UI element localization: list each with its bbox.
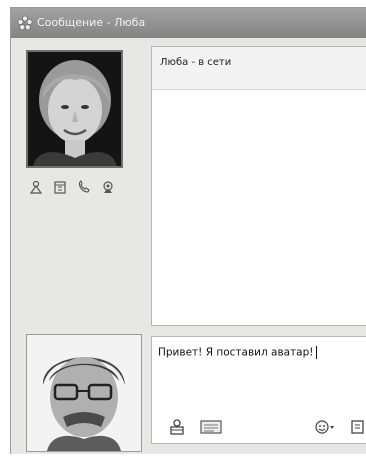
message-input[interactable]: Привет! Я поставил аватар! xyxy=(151,336,366,444)
conversation-area[interactable]: Люба - в сети xyxy=(151,46,366,326)
messenger-flower-icon xyxy=(17,15,33,31)
title-bar[interactable]: Сообщение - Люба xyxy=(11,8,366,38)
avatar-panel xyxy=(11,38,148,454)
calendar-icon[interactable] xyxy=(53,180,67,194)
message-window: Сообщение - Люба Люба - в сети Привет! Я… xyxy=(10,7,366,454)
contact-status-text: Люба - в сети xyxy=(160,57,232,68)
send-icon[interactable] xyxy=(168,419,186,435)
emoticon-icon[interactable] xyxy=(314,419,336,435)
send-file-icon[interactable] xyxy=(29,180,43,194)
window-title: Сообщение - Люба xyxy=(37,16,146,29)
contact-avatar xyxy=(26,50,123,168)
message-input-text[interactable]: Привет! Я поставил аватар! xyxy=(158,346,317,359)
compose-toolbar xyxy=(152,409,366,443)
my-avatar xyxy=(26,334,142,452)
contact-status-line: Люба - в сети xyxy=(152,47,366,90)
webcam-icon[interactable] xyxy=(101,180,115,194)
sms-icon[interactable] xyxy=(200,419,222,435)
phone-icon[interactable] xyxy=(77,180,91,194)
more-icon[interactable] xyxy=(350,419,366,435)
text-caret xyxy=(315,346,317,359)
